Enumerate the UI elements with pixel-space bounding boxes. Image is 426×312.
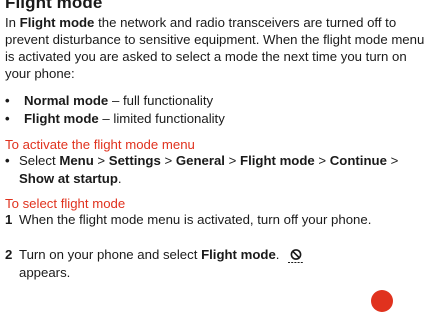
intro-paragraph: In Flight mode the network and radio tra…: [5, 14, 425, 82]
bullet: •: [5, 153, 10, 168]
path-separator: .: [117, 170, 122, 186]
mode-list: • Normal mode – full functionality • Fli…: [5, 92, 225, 127]
path-separator: >: [160, 153, 176, 168]
step-text-period: .: [275, 247, 280, 262]
select-heading: To select flight mode: [5, 196, 126, 211]
mode-desc: – full functionality: [108, 93, 214, 108]
menu-path-settings: Settings: [108, 153, 161, 168]
activate-instruction: • Select Menu > Settings > General > Fli…: [5, 152, 410, 187]
menu-path-flight-mode: Flight mode: [240, 153, 315, 168]
bullet: •: [5, 110, 10, 126]
menu-path-continue: Continue: [329, 153, 387, 168]
activate-heading: To activate the flight mode menu: [5, 137, 195, 152]
step-text: Turn on your phone and select Flight mod…: [19, 246, 410, 281]
step-text-suffix: appears.: [19, 264, 71, 280]
select-step-1: 1 When the flight mode menu is activated…: [5, 211, 410, 229]
manual-page: Flight mode In Flight mode the network a…: [0, 0, 426, 312]
path-separator: >: [314, 153, 330, 168]
select-step-2: 2 Turn on your phone and select Flight m…: [5, 246, 410, 281]
path-separator: >: [224, 153, 241, 168]
intro-text-start: In: [5, 15, 20, 30]
step-text-prefix: Turn on your phone and select: [19, 247, 202, 262]
step-flight-mode-term: Flight mode: [201, 247, 276, 262]
list-item-normal-mode: • Normal mode – full functionality: [5, 92, 225, 110]
step-text: When the flight mode menu is activated, …: [19, 212, 372, 227]
path-separator: >: [93, 153, 109, 168]
mode-desc: – limited functionality: [98, 110, 225, 126]
page-corner-circle: [371, 290, 393, 312]
menu-path-show-at-startup: Show at startup: [19, 170, 118, 186]
menu-path-menu: Menu: [59, 153, 94, 168]
path-separator: >: [386, 153, 399, 168]
bullet: •: [5, 93, 10, 108]
intro-flight-mode-term: Flight mode: [19, 15, 95, 30]
mode-name: Normal mode: [24, 93, 109, 108]
mode-name: Flight mode: [24, 110, 99, 126]
activate-instruction-text: Select Menu > Settings > General > Fligh…: [19, 152, 410, 187]
list-item-flight-mode: • Flight mode – limited functionality: [5, 110, 225, 128]
step-number: 2: [5, 247, 13, 262]
step-number: 1: [5, 212, 13, 227]
menu-path-general: General: [175, 153, 225, 168]
page-title: Flight mode: [5, 0, 103, 12]
flight-mode-icon: [287, 248, 305, 264]
instruction-prefix: Select: [19, 153, 60, 168]
